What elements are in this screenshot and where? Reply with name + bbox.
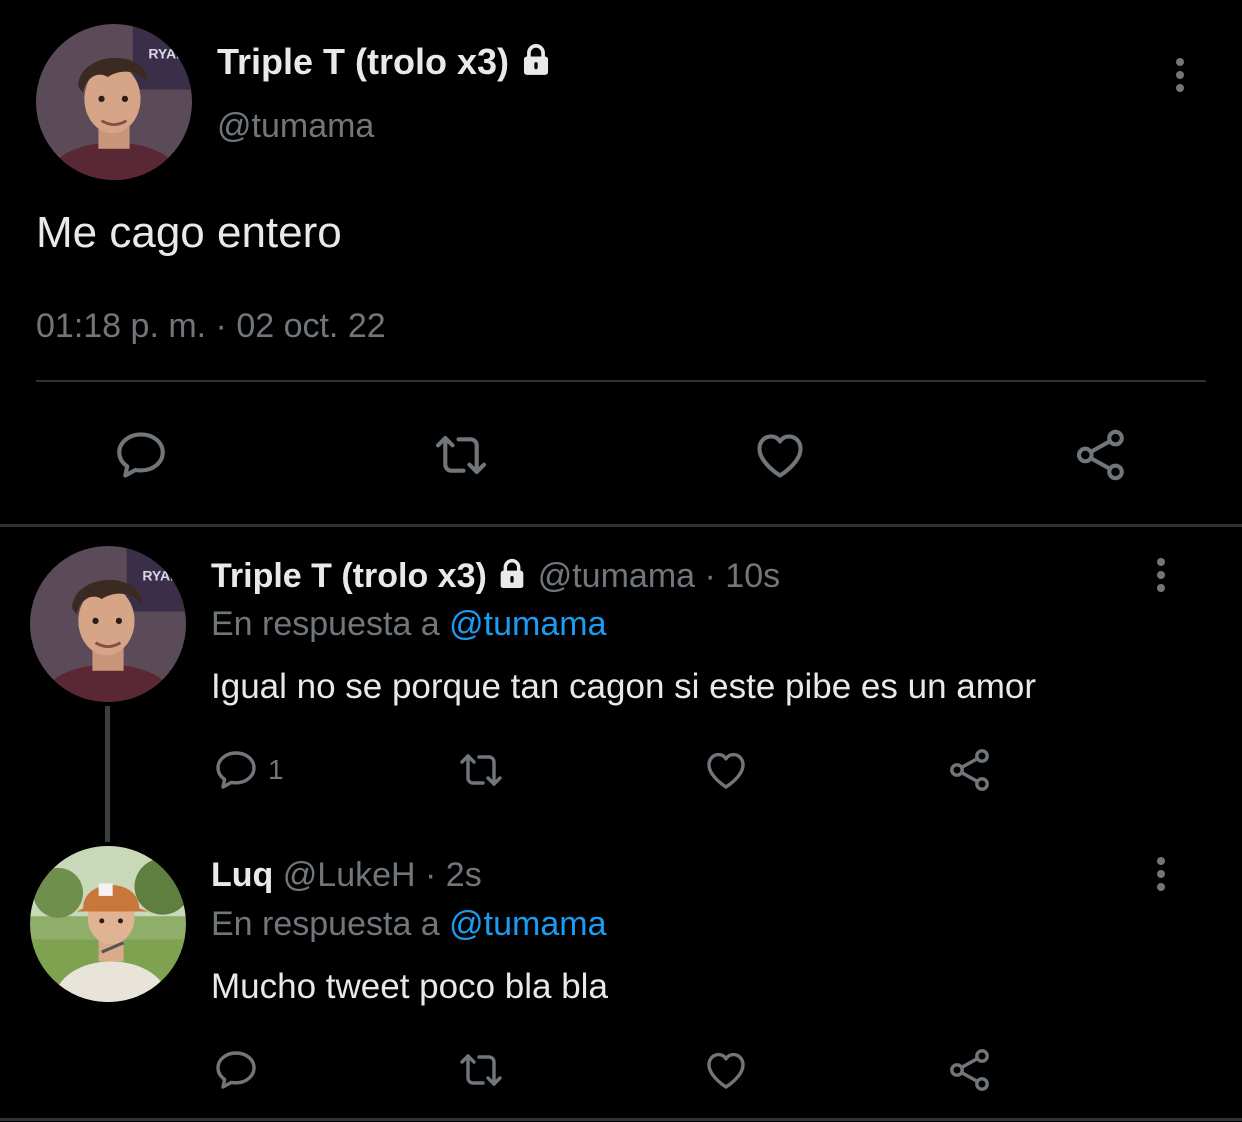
lock-icon xyxy=(519,43,553,77)
reply-context: En respuesta a @tumama xyxy=(211,602,607,646)
retweet-arrows-icon xyxy=(430,426,492,484)
share-nodes-icon xyxy=(1072,426,1130,484)
retweet-arrows-icon xyxy=(455,1046,507,1094)
avatar-image xyxy=(36,24,192,180)
like-button[interactable] xyxy=(751,426,809,484)
heart-icon xyxy=(751,426,809,484)
tweet-text: Me cago entero xyxy=(36,208,342,257)
avatar-image xyxy=(30,846,186,1002)
share-button[interactable] xyxy=(946,746,994,794)
reply-context: En respuesta a @tumama xyxy=(211,902,607,946)
thread-line xyxy=(105,706,110,842)
divider xyxy=(36,380,1206,382)
heart-icon xyxy=(702,1046,750,1094)
avatar-image xyxy=(30,546,186,702)
author-line: Luq @LukeH · 2s xyxy=(211,853,482,897)
speech-bubble-icon xyxy=(112,426,170,484)
share-button[interactable] xyxy=(1072,426,1130,484)
tweet-text: Mucho tweet poco bla bla xyxy=(211,967,608,1006)
more-options-icon[interactable] xyxy=(1154,857,1168,891)
like-button[interactable] xyxy=(702,746,750,794)
reply-count: 1 xyxy=(268,754,284,785)
speech-bubble-icon xyxy=(212,746,260,794)
retweet-arrows-icon xyxy=(455,746,507,794)
relative-time[interactable]: · 2s xyxy=(425,856,482,894)
share-button[interactable] xyxy=(946,1046,994,1094)
reply-button[interactable]: 1 xyxy=(212,746,284,794)
section-divider xyxy=(0,524,1242,527)
more-options-icon[interactable] xyxy=(1173,58,1187,92)
heart-icon xyxy=(702,746,750,794)
author-line: Triple T (trolo x3) xyxy=(217,40,553,84)
reply-to-link[interactable]: @tumama xyxy=(449,905,606,943)
like-button[interactable] xyxy=(702,1046,750,1094)
relative-time[interactable]: · 10s xyxy=(705,557,781,595)
more-options-icon[interactable] xyxy=(1154,558,1168,592)
avatar[interactable] xyxy=(30,846,186,1002)
tweet-text: Igual no se porque tan cagon si este pib… xyxy=(211,667,1036,706)
avatar[interactable] xyxy=(36,24,192,180)
retweet-button[interactable] xyxy=(455,1046,507,1094)
avatar[interactable] xyxy=(30,546,186,702)
speech-bubble-icon xyxy=(212,1046,260,1094)
reply-prefix: En respuesta a xyxy=(211,905,440,943)
retweet-button[interactable] xyxy=(430,426,492,484)
bottom-divider xyxy=(0,1118,1242,1121)
share-nodes-icon xyxy=(946,746,994,794)
handle[interactable]: @LukeH xyxy=(283,856,416,894)
display-name[interactable]: Triple T (trolo x3) xyxy=(211,557,487,595)
display-name[interactable]: Triple T (trolo x3) xyxy=(217,41,509,82)
lock-icon xyxy=(496,558,528,590)
share-nodes-icon xyxy=(946,1046,994,1094)
timestamp[interactable]: 01:18 p. m. · 02 oct. 22 xyxy=(36,304,386,348)
author-line: Triple T (trolo x3) @tumama · 10s xyxy=(211,554,780,598)
reply-to-link[interactable]: @tumama xyxy=(449,605,606,643)
handle[interactable]: @tumama xyxy=(538,557,695,595)
handle[interactable]: @tumama xyxy=(217,104,374,148)
retweet-button[interactable] xyxy=(455,746,507,794)
reply-button[interactable] xyxy=(212,1046,260,1094)
reply-button[interactable] xyxy=(112,426,170,484)
reply-prefix: En respuesta a xyxy=(211,605,440,643)
display-name[interactable]: Luq xyxy=(211,856,273,894)
